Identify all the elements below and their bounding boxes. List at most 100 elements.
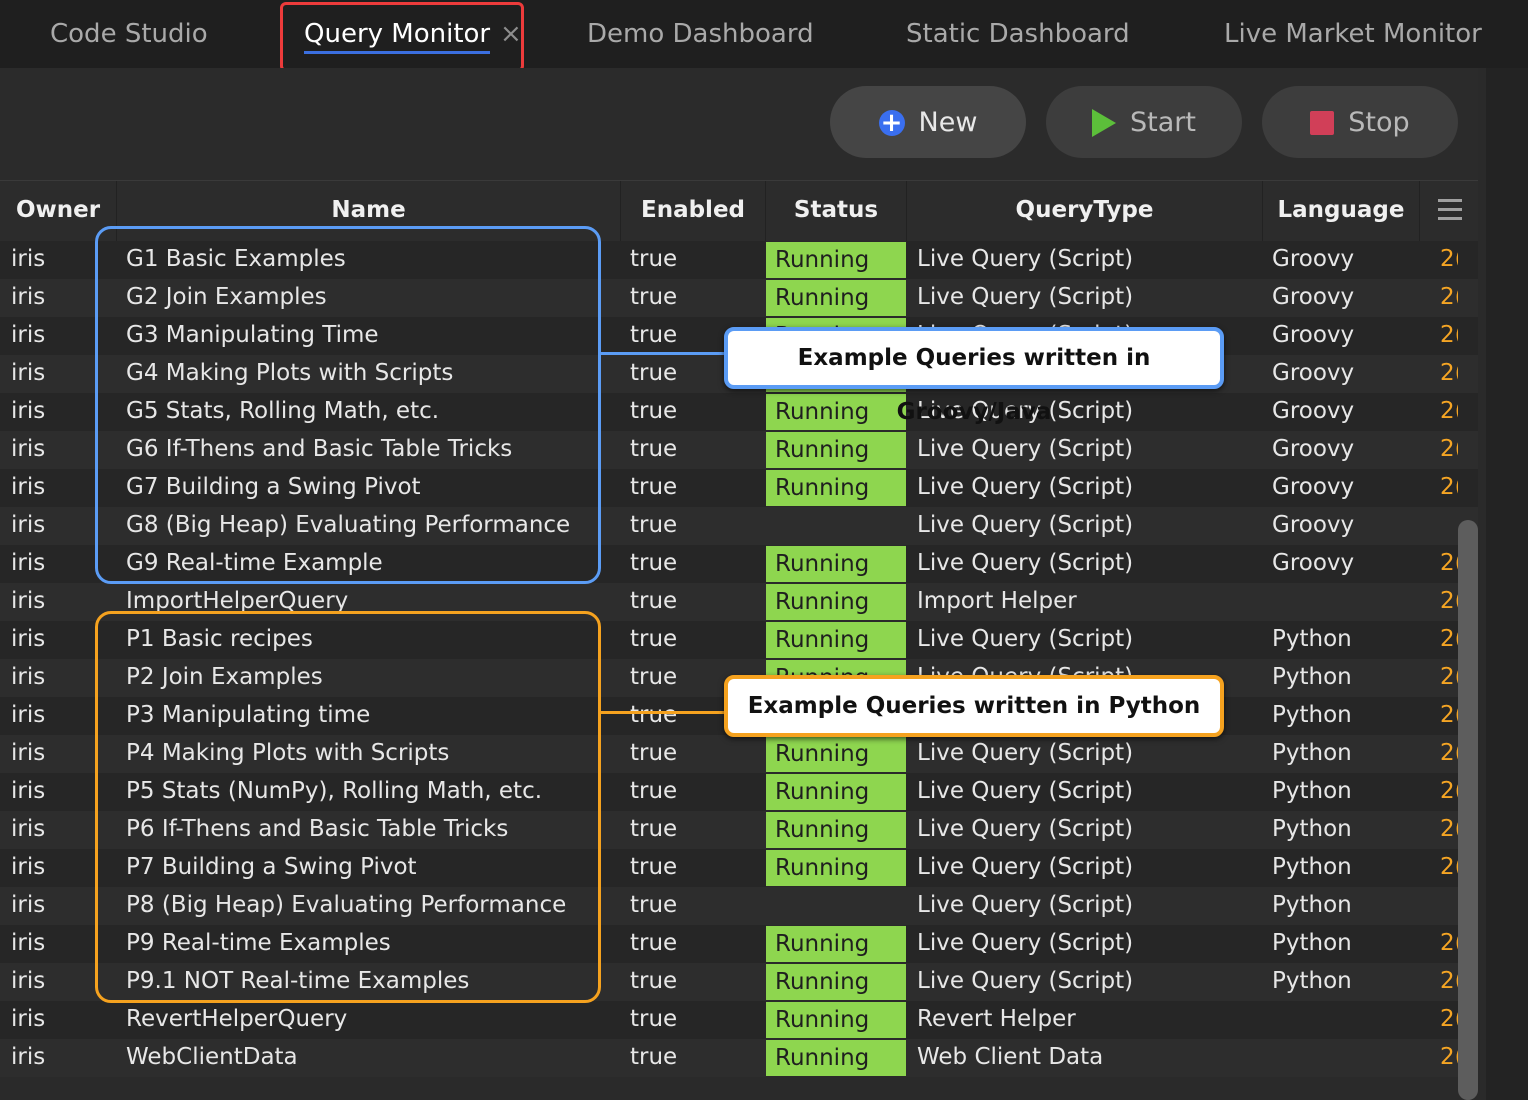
vertical-scrollbar-track[interactable]: [1486, 68, 1528, 1100]
cell-querytype: Live Query (Script): [917, 740, 1134, 766]
toolbar: + New Start Stop: [0, 68, 1478, 180]
status-badge: Running: [766, 1001, 906, 1039]
cell-language: Python: [1272, 892, 1352, 918]
cell-language: Python: [1272, 968, 1352, 994]
cell-owner: iris: [11, 588, 46, 614]
cell-querytype: Live Query (Script): [917, 854, 1134, 880]
tab-demo-dashboard[interactable]: Demo Dashboard: [587, 0, 814, 68]
cell-truncated: 2(: [1440, 398, 1458, 424]
cell-truncated: 2(: [1440, 664, 1458, 690]
cell-truncated: 2(: [1440, 284, 1458, 310]
cell-querytype: Live Query (Script): [917, 246, 1134, 272]
status-badge: Running: [766, 469, 906, 507]
cell-truncated: [1440, 507, 1458, 545]
status-badge: Running: [766, 393, 906, 431]
cell-language: Python: [1272, 854, 1352, 880]
cell-enabled: true: [630, 930, 678, 956]
cell-truncated: 2(: [1440, 740, 1458, 766]
status-badge: Running: [766, 1039, 906, 1077]
cell-querytype: Live Query (Script): [917, 284, 1134, 310]
cell-querytype: Import Helper: [917, 588, 1077, 614]
status-badge: Running: [766, 545, 906, 583]
active-tab-highlight: [280, 2, 524, 72]
python-callout-connector: [601, 711, 727, 714]
tab-label: Demo Dashboard: [587, 19, 814, 49]
groovy-callout-connector: [601, 352, 727, 355]
cell-truncated: 2(: [1440, 702, 1458, 728]
cell-language: Python: [1272, 702, 1352, 728]
cell-querytype: Live Query (Script): [917, 550, 1134, 576]
status-badge: Running: [766, 963, 906, 1001]
cell-truncated: 2(: [1440, 778, 1458, 804]
stop-button[interactable]: Stop: [1262, 86, 1458, 158]
cell-enabled: true: [630, 1044, 678, 1070]
cell-name: WebClientData: [126, 1044, 298, 1070]
table-row[interactable]: iris RevertHelperQuery true Revert Helper 2(…: [0, 1001, 1478, 1039]
python-queries-group-outline: [95, 611, 601, 1003]
column-header-status[interactable]: Status: [766, 181, 907, 241]
cell-truncated: 2(: [1440, 550, 1458, 576]
cell-truncated: 2(: [1440, 322, 1458, 348]
cell-enabled: true: [630, 1006, 678, 1032]
cell-querytype: Live Query (Script): [917, 892, 1134, 918]
tab-code-studio[interactable]: Code Studio: [50, 0, 208, 68]
cell-enabled: true: [630, 474, 678, 500]
cell-language: Groovy: [1272, 436, 1355, 462]
cell-name: RevertHelperQuery: [126, 1006, 348, 1032]
cell-enabled: true: [630, 398, 678, 424]
start-button[interactable]: Start: [1046, 86, 1242, 158]
cell-owner: iris: [11, 1044, 46, 1070]
cell-enabled: true: [630, 550, 678, 576]
cell-truncated: 2(: [1440, 588, 1458, 614]
groovy-queries-group-outline: [95, 226, 601, 584]
status-badge: Running: [766, 583, 906, 621]
column-header-language[interactable]: Language: [1263, 181, 1420, 241]
cell-truncated: 2(: [1440, 930, 1458, 956]
python-callout: Example Queries written in Python: [724, 675, 1224, 737]
cell-language: Python: [1272, 930, 1352, 956]
new-button[interactable]: + New: [830, 86, 1026, 158]
cell-language: Python: [1272, 816, 1352, 842]
cell-querytype: Live Query (Script): [917, 474, 1134, 500]
status-badge: Running: [766, 735, 906, 773]
cell-querytype: Live Query (Script): [917, 512, 1134, 538]
tab-label: Code Studio: [50, 19, 208, 49]
status-badge: Running: [766, 431, 906, 469]
cell-enabled: true: [630, 778, 678, 804]
cell-language: [1272, 1001, 1417, 1039]
cell-enabled: true: [630, 512, 678, 538]
cell-language: Groovy: [1272, 512, 1355, 538]
cell-truncated: 2(: [1440, 436, 1458, 462]
status-badge: [766, 507, 906, 545]
status-badge: Running: [766, 241, 906, 279]
cell-language: Groovy: [1272, 550, 1355, 576]
cell-enabled: true: [630, 968, 678, 994]
cell-language: Python: [1272, 626, 1352, 652]
tab-live-market-monitor[interactable]: Live Market Monitor: [1224, 0, 1482, 68]
column-header-enabled[interactable]: Enabled: [621, 181, 766, 241]
cell-querytype: Live Query (Script): [917, 778, 1134, 804]
cell-language: Groovy: [1272, 246, 1355, 272]
cell-truncated: 2(: [1440, 968, 1458, 994]
cell-language: [1272, 583, 1417, 621]
cell-language: Groovy: [1272, 360, 1355, 386]
cell-enabled: true: [630, 816, 678, 842]
cell-querytype: Live Query (Script): [917, 930, 1134, 956]
cell-language: Python: [1272, 778, 1352, 804]
groovy-callout: Example Queries written in Groovy/Java: [724, 327, 1224, 425]
cell-language: [1272, 1039, 1417, 1077]
cell-enabled: true: [630, 246, 678, 272]
stop-button-label: Stop: [1348, 106, 1410, 138]
status-badge: Running: [766, 811, 906, 849]
hamburger-menu-icon[interactable]: [1438, 199, 1462, 221]
cell-language: Python: [1272, 740, 1352, 766]
cell-truncated: 2(: [1440, 854, 1458, 880]
vertical-scrollbar-thumb[interactable]: [1458, 520, 1478, 1100]
new-button-label: New: [918, 106, 978, 138]
table-row[interactable]: iris WebClientData true Web Client Data 2(Ru…: [0, 1039, 1478, 1077]
cell-owner: iris: [11, 1006, 46, 1032]
cell-truncated: 2(: [1440, 1006, 1458, 1032]
tab-static-dashboard[interactable]: Static Dashboard: [906, 0, 1130, 68]
cell-truncated: 2(: [1440, 474, 1458, 500]
column-header-querytype[interactable]: QueryType: [907, 181, 1263, 241]
